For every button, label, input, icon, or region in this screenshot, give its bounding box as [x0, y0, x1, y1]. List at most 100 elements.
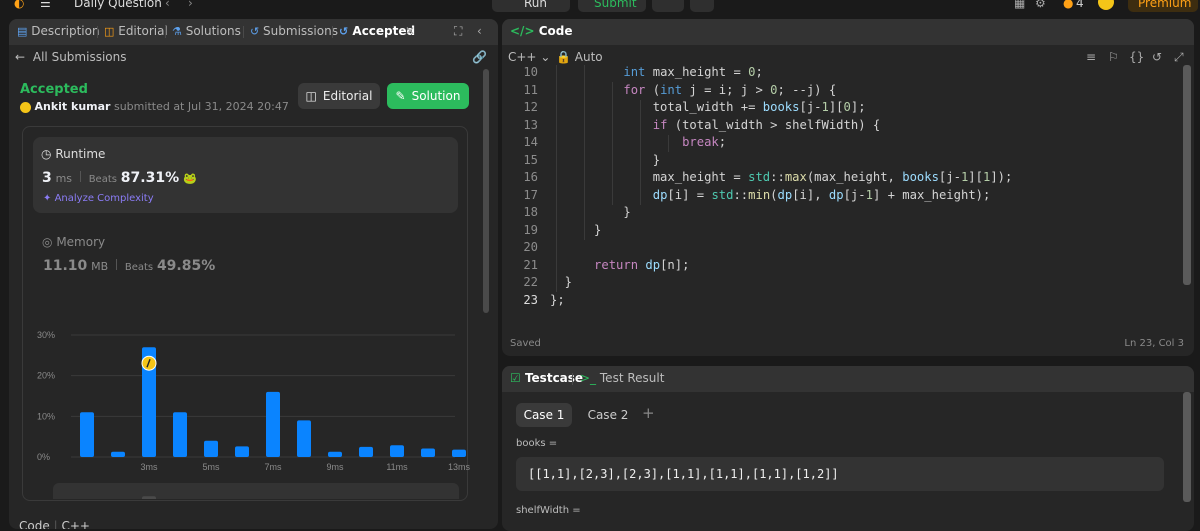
avatar[interactable]	[20, 101, 31, 113]
editorial-button[interactable]: ◫ Editorial	[298, 83, 380, 109]
testcase-panel: ☑ Testcase >_ Test Result Case 1 Case 2 …	[502, 366, 1194, 531]
layout-icon[interactable]: ▦	[1014, 0, 1025, 10]
line-number: 10	[523, 65, 538, 79]
testcase-scrollbar[interactable]	[1183, 392, 1191, 502]
collapse-icon[interactable]: ‹	[477, 24, 482, 38]
premium-button[interactable]: Premium	[1128, 0, 1198, 12]
y-tick-label: 0%	[37, 452, 50, 462]
code-line-13: if (total_width > shelfWidth) {	[652, 117, 881, 132]
chart-bar[interactable]	[328, 451, 342, 457]
line-number: 18	[523, 205, 538, 219]
runtime-card[interactable]: ◷ Runtime 3 ms Beats 87.31% 🐸 ✦ Analyze …	[33, 137, 458, 213]
line-number: 14	[523, 135, 538, 149]
case-2-tab[interactable]: Case 2	[580, 403, 636, 427]
auto-mode[interactable]: 🔒 Auto	[556, 50, 603, 64]
link-icon[interactable]: 🔗	[472, 50, 487, 64]
code-tab-bar: </> Code	[502, 19, 1194, 45]
tab-description[interactable]: ▤ Description	[17, 24, 100, 38]
x-tick-label: 13ms	[448, 462, 471, 472]
tab-accepted[interactable]: ↺ Accepted	[339, 24, 415, 38]
expand-icon[interactable]: ⤢	[1174, 50, 1184, 65]
line-number: 23	[523, 292, 538, 307]
chart-bar[interactable]	[359, 446, 373, 457]
book-icon: ◫	[305, 89, 317, 103]
bookmark-icon[interactable]: ⚐	[1108, 50, 1119, 64]
tab-solutions[interactable]: ⚗ Solutions	[172, 24, 241, 38]
code-title: Code	[538, 24, 573, 38]
chart-bar[interactable]	[421, 448, 435, 457]
close-tab-icon[interactable]: ✕	[405, 24, 415, 38]
submit-button[interactable]: Submit	[578, 0, 646, 12]
editorial-button-label: Editorial	[322, 89, 373, 103]
memory-value: 11.10	[43, 258, 88, 274]
language-select[interactable]: C++ ⌄	[508, 50, 550, 64]
chart-bar[interactable]	[266, 391, 280, 457]
editor-scrollbar[interactable]	[1183, 65, 1191, 285]
books-input[interactable]: [[1,1],[2,3],[2,3],[1,1],[1,1],[1,1],[1,…	[516, 457, 1164, 491]
chart-bar[interactable]	[111, 451, 125, 457]
avatar[interactable]	[1098, 0, 1114, 10]
code-line-21: return dp[n];	[594, 257, 690, 272]
description-icon: ▤	[17, 25, 28, 38]
chart-bar[interactable]	[297, 420, 311, 457]
solution-button[interactable]: ✎ Solution	[387, 83, 469, 109]
daily-question-title[interactable]: Daily Question	[74, 0, 162, 10]
y-tick-label: 10%	[37, 411, 55, 421]
chart-bar[interactable]	[390, 445, 404, 457]
code-icon: </>	[510, 24, 535, 38]
format-icon[interactable]: ≡	[1086, 50, 1096, 64]
tab-submissions[interactable]: ↺ Submissions	[250, 24, 338, 38]
tab-editorial[interactable]: ◫ Editorial	[104, 24, 168, 38]
logo-icon[interactable]: ◐	[14, 0, 24, 10]
lock-icon: 🔒	[556, 50, 571, 64]
maximize-icon[interactable]: ⛶	[454, 24, 462, 39]
settings-icon[interactable]: ⚙	[1035, 0, 1046, 10]
tab-test-result[interactable]: >_ Test Result	[580, 371, 664, 385]
case-1-tab[interactable]: Case 1	[516, 403, 572, 427]
debug-button[interactable]	[652, 0, 684, 12]
all-submissions-link[interactable]: ← All Submissions	[15, 50, 126, 64]
code-line-22: }	[550, 275, 573, 289]
code-editor[interactable]: 10 int max_height = 0; 11 for (int j = i…	[502, 65, 1194, 310]
memory-header[interactable]: ◎ Memory	[42, 235, 105, 249]
runtime-label: Runtime	[55, 147, 106, 161]
runtime-header: ◷ Runtime	[41, 147, 105, 161]
memory-stats: 11.10 MB Beats 49.85%	[43, 258, 215, 274]
braces-icon[interactable]: {}	[1129, 50, 1144, 64]
author-name[interactable]: Ankit kumar	[35, 100, 111, 113]
var-shelfwidth-label: shelfWidth =	[516, 505, 581, 516]
prev-icon[interactable]: ‹	[165, 0, 170, 10]
line-number: 19	[523, 222, 538, 237]
next-icon[interactable]: ›	[188, 0, 193, 10]
code-line-17: dp[i] = std::min(dp[i], dp[j-1] + max_he…	[652, 187, 991, 202]
books-value: [[1,1],[2,3],[2,3],[1,1],[1,1],[1,1],[1,…	[528, 467, 839, 481]
streak-icon[interactable]: ●	[1063, 0, 1073, 10]
reset-icon[interactable]: ↺	[1152, 50, 1162, 64]
chart-bar[interactable]	[173, 412, 187, 457]
run-button[interactable]: Run	[492, 0, 570, 12]
book-icon: ◫	[104, 25, 115, 38]
menu-icon[interactable]: ☰	[40, 0, 51, 10]
chart-bar[interactable]	[235, 446, 249, 457]
chart-bar[interactable]	[452, 449, 466, 457]
code-line-14: break;	[682, 135, 727, 149]
line-number: 20	[523, 240, 538, 254]
test-result-tab-label: Test Result	[599, 371, 665, 385]
case-1-label: Case 1	[523, 408, 565, 422]
chart-bar[interactable]	[80, 412, 94, 457]
cursor-position: Ln 23, Col 3	[1124, 338, 1184, 349]
code-line-12: total_width += books[j-1][0];	[550, 100, 866, 114]
line-number: 13	[523, 117, 538, 132]
analyze-complexity-link[interactable]: ✦ Analyze Complexity	[43, 193, 154, 204]
left-scrollbar[interactable]	[483, 69, 489, 313]
terminal-icon: >_	[580, 371, 597, 385]
line-number: 11	[523, 82, 538, 97]
runtime-distribution-chart[interactable]: 30%20%10%0%3ms5ms7ms9ms11ms13ms3ms5ms7ms…	[9, 299, 498, 499]
chart-bar[interactable]	[204, 440, 218, 457]
tab-code[interactable]: </> Code	[510, 24, 572, 38]
notes-button[interactable]	[690, 0, 714, 12]
x-tick-label: 9ms	[326, 462, 344, 472]
add-case-icon[interactable]: +	[642, 404, 655, 422]
arrow-left-icon: ←	[15, 50, 26, 64]
analyze-label: Analyze Complexity	[54, 193, 154, 204]
